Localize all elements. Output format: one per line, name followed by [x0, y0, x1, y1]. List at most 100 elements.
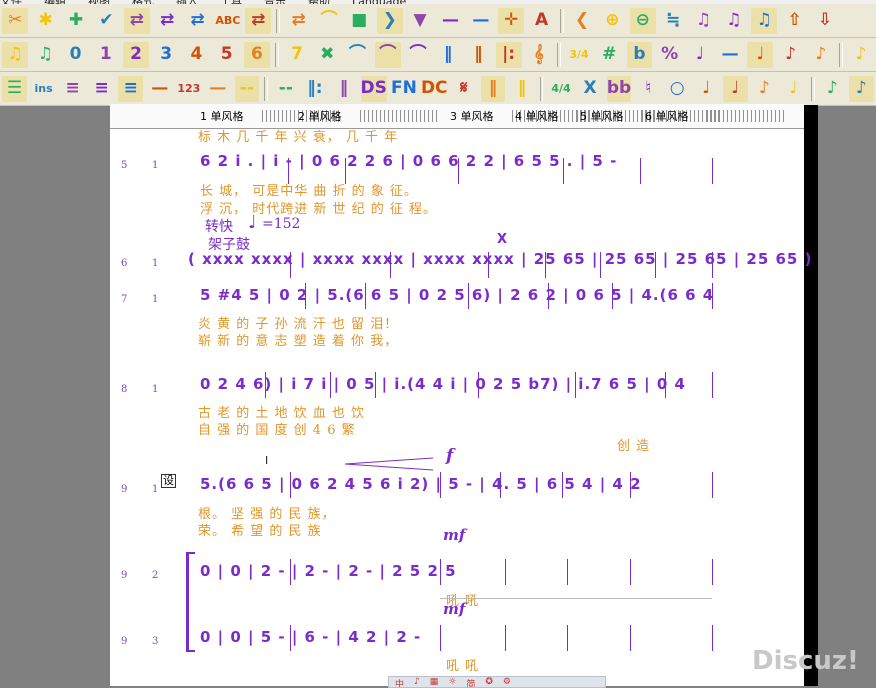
edit-handle-icon[interactable]: 设	[161, 474, 176, 488]
toolbar-button-2-0[interactable]: ♫	[2, 41, 29, 68]
style-segment-4[interactable]: 4 单风格	[515, 108, 559, 124]
toolbar-button-1-19[interactable]: ⊕	[599, 8, 625, 34]
toolbar-button-3-6[interactable]: 123	[176, 76, 201, 102]
toolbar-button-1-22[interactable]: ♫	[690, 8, 716, 34]
system-bracket-top	[189, 552, 195, 554]
toolbar-button-2-9[interactable]: 7	[284, 42, 310, 68]
toolbar-button-3-25[interactable]: ♪	[752, 76, 777, 102]
toolbar-button-3-8[interactable]: --	[234, 75, 260, 102]
toolbar-button-2-7[interactable]: 5	[214, 42, 240, 68]
toolbar-button-2-11[interactable]: ⌒	[345, 42, 371, 68]
toolbar-button-2-2[interactable]: 0	[63, 42, 89, 68]
toolbar-button-3-18[interactable]: 4/4	[549, 76, 574, 102]
toolbar-button-1-2[interactable]: ✚	[63, 8, 89, 34]
toolbar-button-2-13[interactable]: ⌒	[405, 42, 431, 68]
style-segment-3[interactable]: 3 单风格	[450, 108, 494, 124]
toolbar-button-3-13[interactable]: FN	[391, 76, 417, 102]
toolbar-button-1-12[interactable]: ❯	[376, 7, 403, 34]
toolbar-button-1-16[interactable]: ✛	[498, 7, 525, 34]
toolbar-button-2-26[interactable]: ♪	[808, 42, 834, 68]
toolbar-button-2-18[interactable]: 3/4	[566, 42, 592, 68]
notes-row-2[interactable]: ( xxxx xxxx | xxxx xxxx | xxxx xxxx | 25…	[188, 250, 812, 268]
notes-row-1[interactable]: 6 2 i . | i - | 0 6 2 2 6 | 0 6 6 2 2 | …	[200, 152, 617, 170]
style-segment-2[interactable]: 2 单风格	[298, 108, 342, 124]
toolbar-button-2-27[interactable]: ♪	[848, 42, 874, 68]
toolbar-button-1-25[interactable]: ⇧	[782, 8, 808, 34]
toolbar-button-2-4[interactable]: 2	[123, 41, 149, 68]
toolbar-button-1-15[interactable]: —	[468, 8, 494, 34]
toolbar-button-1-23[interactable]: ♫	[721, 8, 747, 34]
input-method-bar[interactable]: 中 ♪ ▦ ☼ 简 ✪ ⚙	[388, 676, 606, 688]
toolbar-button-2-10[interactable]: ✖	[314, 42, 340, 68]
toolbar-button-1-20[interactable]: ⊖	[629, 7, 656, 34]
toolbar-button-1-4[interactable]: ⇄	[123, 7, 150, 34]
toolbar-button-3-22[interactable]: ○	[665, 76, 690, 102]
toolbar-button-2-5[interactable]: 3	[153, 42, 179, 68]
toolbar-button-3-3[interactable]: ≡	[89, 76, 114, 102]
toolbar-button-1-14[interactable]: —	[437, 8, 463, 34]
toolbar-button-3-19[interactable]: X	[578, 76, 603, 102]
toolbar-button-2-24[interactable]: ♩	[747, 41, 774, 68]
toolbar-button-3-24[interactable]: ♩	[722, 75, 748, 102]
toolbar-button-3-11[interactable]: ‖	[332, 76, 357, 102]
toolbar-button-3-2[interactable]: ≡	[60, 76, 85, 102]
notes-row-3[interactable]: 5 #4 5 | 0 2 | 5.(6 6 5 | 0 2 5 6) | 2 6…	[200, 286, 714, 304]
toolbar-button-1-24[interactable]: ♫	[751, 7, 778, 34]
toolbar-button-1-8[interactable]: ⇄	[245, 7, 272, 34]
toolbar-button-2-1[interactable]: ♫	[32, 42, 58, 68]
toolbar-button-1-17[interactable]: A	[529, 8, 555, 34]
toolbar-button-1-9[interactable]: ⇄	[286, 8, 312, 34]
toolbar-button-3-12[interactable]: DS	[360, 75, 387, 102]
style-segment-5[interactable]: 5 单风格	[580, 108, 624, 124]
toolbar-button-1-1[interactable]: ✱	[33, 8, 59, 34]
toolbar-button-2-23[interactable]: —	[717, 42, 743, 68]
toolbar-button-3-1[interactable]: ins	[31, 76, 56, 102]
toolbar-button-1-0[interactable]: ✂	[2, 7, 29, 34]
toolbar-button-2-17[interactable]: 𝄞	[526, 42, 552, 68]
toolbar-button-3-21[interactable]: ♮	[636, 76, 661, 102]
toolbar-button-3-10[interactable]: ‖:	[303, 76, 328, 102]
toolbar-button-1-26[interactable]: ⇩	[812, 8, 838, 34]
toolbar-button-2-6[interactable]: 4	[184, 42, 210, 68]
toolbar-button-3-27[interactable]: ♪	[820, 76, 845, 102]
toolbar-button-3-15[interactable]: 𝄋	[452, 76, 477, 102]
toolbar-button-1-5[interactable]: ⇄	[154, 8, 180, 34]
toolbar-button-2-22[interactable]: ♩	[687, 42, 713, 68]
toolbar-button-2-12[interactable]: ⌒	[374, 41, 401, 68]
notes-row-4[interactable]: 0 2 4 6) | i 7 i | 0 5 | i.(4 4 i | 0 2 …	[200, 375, 686, 393]
toolbar-button-2-19[interactable]: #	[596, 42, 622, 68]
toolbar-button-3-26[interactable]: ♩	[781, 76, 806, 102]
notes-row-7[interactable]: 0 | 0 | 5 - | 6 - | 4 2 | 2 -	[200, 628, 421, 646]
toolbar-button-3-9[interactable]: --	[274, 76, 299, 102]
toolbar-button-3-20[interactable]: bb	[606, 75, 632, 102]
toolbar-button-3-28[interactable]: ♪	[849, 75, 874, 102]
toolbar-button-2-8[interactable]: 6	[243, 41, 270, 68]
toolbar-button-2-21[interactable]: %	[657, 42, 683, 68]
toolbar-button-3-0[interactable]: ☰	[2, 75, 27, 102]
toolbar-button-3-14[interactable]: DC	[421, 76, 448, 102]
toolbar-button-2-15[interactable]: ‖	[465, 42, 491, 68]
toolbar-button-1-18[interactable]: ❮	[569, 8, 595, 34]
toolbar-button-1-3[interactable]: ✔	[93, 8, 119, 34]
toolbar-button-2-25[interactable]: ♪	[778, 42, 804, 68]
toolbar-button-1-7[interactable]: ABC	[215, 8, 241, 34]
notes-row-6[interactable]: 0 | 0 | 2 - | 2 - | 2 - | 2 5 2 5	[200, 562, 457, 580]
style-segment-1[interactable]: 1 单风格	[200, 108, 244, 124]
toolbar-button-1-21[interactable]: ≒	[660, 8, 686, 34]
toolbar-button-1-11[interactable]: ■	[346, 8, 372, 34]
toolbar-button-3-17[interactable]: ‖	[510, 76, 535, 102]
toolbar-button-1-10[interactable]: ⌒	[316, 8, 342, 34]
toolbar-button-2-20[interactable]: b	[626, 41, 653, 68]
toolbar-button-2-3[interactable]: 1	[93, 42, 119, 68]
toolbar-button-3-7[interactable]: —	[206, 76, 231, 102]
style-segment-6[interactable]: 6 单风格	[645, 108, 689, 124]
toolbar-button-3-23[interactable]: ♩	[694, 76, 719, 102]
toolbar-button-2-16[interactable]: |:	[495, 41, 522, 68]
toolbar-button-1-13[interactable]: ▼	[407, 8, 433, 34]
toolbar-button-3-5[interactable]: —	[147, 76, 172, 102]
toolbar-button-2-14[interactable]: ‖	[435, 42, 461, 68]
toolbar-button-3-16[interactable]: ‖	[480, 75, 506, 102]
notes-row-5[interactable]: 5.(6 6 5 | 0 6 2 4 5 6 i 2) | 5 - | 4. 5…	[200, 475, 642, 493]
toolbar-button-1-6[interactable]: ⇄	[184, 8, 210, 34]
toolbar-button-3-4[interactable]: ≡	[118, 75, 144, 102]
